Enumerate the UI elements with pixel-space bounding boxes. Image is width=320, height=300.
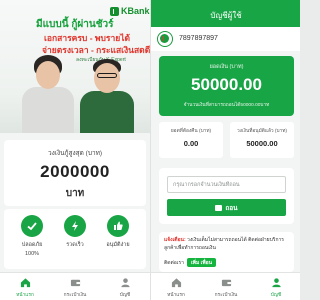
nav-wallet[interactable]: กระเป๋าเงิน	[50, 275, 100, 299]
contact-row: ติดต่อเรา เพิ่ม เพื่อน	[164, 258, 217, 267]
approved-limit-value: 50000.00	[246, 139, 278, 148]
withdraw-button-label: ถอน	[225, 204, 238, 212]
notice-warn-label: แจ้งเตือน:	[164, 237, 186, 243]
feature-fast: รวดเร็ว	[55, 215, 95, 249]
withdraw-card: ถอน	[159, 168, 294, 224]
feature-safe-sub: 100%	[24, 251, 40, 257]
nav-wallet[interactable]: กระเป๋าเงิน	[201, 275, 251, 299]
withdraw-button[interactable]: ถอน	[167, 199, 286, 216]
wallet-icon	[50, 275, 100, 289]
kbank-logo: KBank	[107, 4, 150, 18]
feature-safe-label: ปลอดภัย	[21, 242, 43, 248]
nav-home[interactable]: หน้าแรก	[151, 275, 201, 299]
nav-home-label: หน้าแรก	[167, 293, 185, 298]
nav-account-label: บัญชี	[270, 293, 282, 298]
home-icon	[0, 275, 50, 289]
promo-person-right	[76, 59, 136, 133]
wallet-icon	[201, 275, 251, 289]
account-header: บัญชีผู้ใช้	[151, 0, 300, 27]
repayment-due-value: 0.00	[183, 139, 199, 148]
withdrawable-note: จำนวนเงินที่สามารถถอนได้50000.00บาท	[183, 103, 270, 108]
max-loan-amount: 2000000	[40, 162, 110, 181]
page-title: บัญชีผู้ใช้	[210, 11, 242, 20]
nav-account[interactable]: บัญชี	[100, 275, 150, 299]
max-loan-unit: บาท	[65, 188, 85, 199]
app-root: KBank มีแบบนี้ กู้ผ่านชัวร์ เอกสารครบ - …	[0, 0, 300, 300]
nav-wallet-label: กระเป๋าเงิน	[63, 293, 87, 298]
line-add-friend-button[interactable]: เพิ่ม เพื่อน	[186, 258, 217, 267]
bottom-nav-account: หน้าแรก กระเป๋าเงิน บัญชี	[151, 272, 300, 300]
account-screen: บัญชีผู้ใช้ 7897897897 ยอดเงิน (บาท) 500…	[150, 0, 300, 300]
user-icon	[100, 275, 150, 289]
approved-limit-label: วงเงินที่อนุมัติแล้ว (บาท)	[236, 129, 288, 134]
promo-banner[interactable]: KBank มีแบบนี้ กู้ผ่านชัวร์ เอกสารครบ - …	[0, 0, 150, 133]
nav-home[interactable]: หน้าแรก	[0, 275, 50, 299]
withdraw-amount-input[interactable]	[167, 176, 286, 193]
feature-fast-label: รวดเร็ว	[66, 242, 84, 248]
max-loan-label: วงเงินกู้สูงสุด (บาท)	[47, 150, 103, 157]
bottom-nav: หน้าแรก กระเป๋าเงิน บัญชี	[0, 272, 150, 300]
wallet-icon	[215, 204, 223, 211]
contact-label: ติดต่อเรา	[164, 259, 184, 266]
brand-name: KBank	[121, 6, 150, 16]
kbank-mark-icon	[110, 6, 119, 16]
lightning-icon	[64, 215, 86, 237]
account-info-row: 7897897897	[151, 27, 300, 51]
thumbs-up-icon	[107, 215, 129, 237]
nav-wallet-label: กระเป๋าเงิน	[214, 293, 238, 298]
promo-person-left	[18, 55, 76, 133]
approved-limit-card: วงเงินที่อนุมัติแล้ว (บาท) 50000.00	[230, 122, 294, 158]
promo-headline: มีแบบนี้ กู้ผ่านชัวร์	[36, 19, 114, 30]
account-number: 7897897897	[179, 35, 218, 42]
balance-label: ยอดเงิน (บาท)	[209, 64, 244, 70]
balance-amount: 50000.00	[191, 75, 262, 94]
notice-text: แจ้งเตือน: วงเงินเต็มไม่สามารถถอนได้ ติด…	[164, 237, 290, 252]
max-loan-card: วงเงินกู้สูงสุด (บาท) 2000000 บาท	[4, 140, 146, 206]
feature-easy-approval-label: อนุมัติง่าย	[106, 242, 130, 248]
loan-home-screen: KBank มีแบบนี้ กู้ผ่านชัวร์ เอกสารครบ - …	[0, 0, 150, 300]
feature-easy-approval: อนุมัติง่าย	[98, 215, 138, 249]
nav-account-label: บัญชี	[119, 293, 131, 298]
repayment-due-label: ยอดที่ต้องคืน (บาท)	[170, 129, 212, 134]
check-circle-icon	[21, 215, 43, 237]
user-icon	[251, 275, 300, 289]
notice-card: แจ้งเตือน: วงเงินเต็มไม่สามารถถอนได้ ติด…	[159, 232, 294, 272]
nav-home-label: หน้าแรก	[16, 293, 34, 298]
nav-account[interactable]: บัญชี	[251, 275, 300, 299]
home-icon	[151, 275, 201, 289]
bank-logo-icon	[157, 31, 173, 47]
feature-safe: ปลอดภัย 100%	[12, 215, 52, 257]
balance-card: ยอดเงิน (บาท) 50000.00 จำนวนเงินที่สามาร…	[159, 56, 294, 116]
feature-list: ปลอดภัย 100% รวดเร็ว อนุมัติง่าย	[4, 209, 146, 269]
repayment-due-card: ยอดที่ต้องคืน (บาท) 0.00	[159, 122, 223, 158]
